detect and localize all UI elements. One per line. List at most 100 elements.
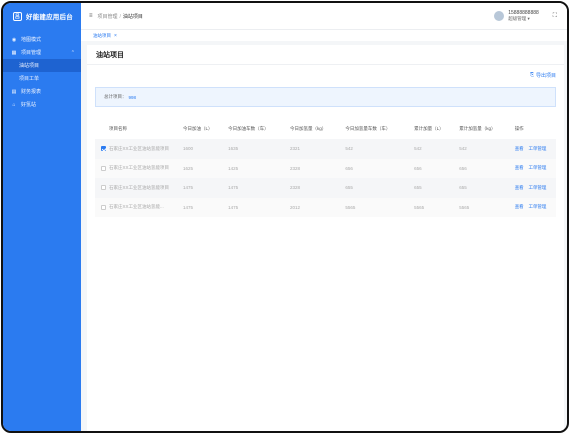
page-title: 油站项目	[87, 45, 564, 65]
order-manage-link[interactable]: 工单管理	[528, 158, 556, 178]
map-pin-icon: ◉	[11, 36, 17, 43]
sidebar-item-project-orders[interactable]: 项目工单	[3, 72, 81, 85]
table-cell: 542	[459, 139, 515, 159]
row-checkbox[interactable]	[101, 165, 106, 171]
top-header: ≡ 项目管理 / 油站项目 15888888888 超级管理 ▾ ⛶	[81, 3, 567, 29]
sidebar-item-label: 项目管理	[21, 50, 42, 56]
sidebar-item-map-mode[interactable]: ◉ 地图模式	[3, 33, 81, 46]
brand-name: 好能建应用后台	[26, 14, 73, 21]
avatar	[494, 11, 505, 21]
tab-label: 油站项目	[93, 33, 111, 38]
table-cell: 656	[345, 158, 415, 178]
tab-gas-station-projects[interactable]: 油站项目 ×	[89, 33, 121, 41]
export-button[interactable]: 导出项目	[536, 72, 556, 79]
menu-toggle-icon[interactable]: ≡	[89, 13, 93, 19]
sidebar-item-project-management[interactable]: ▦ 项目管理 ⌃	[3, 46, 81, 59]
select-column-header	[95, 119, 109, 139]
project-name-cell: 石家庄XX工业区油站氢能项目	[109, 158, 183, 178]
table-cell: 1475	[228, 178, 290, 198]
row-checkbox[interactable]	[101, 146, 106, 152]
tabs-bar: 油站项目 ×	[81, 29, 567, 41]
table-cell: 5565	[414, 197, 460, 217]
table-cell: 1625	[183, 158, 229, 178]
column-header: 今日加氢量（kg）	[289, 126, 327, 131]
column-header: 今日加油车数（车）	[228, 126, 269, 131]
table-cell: 2321	[289, 139, 346, 159]
column-header: 项目名称	[109, 126, 127, 131]
table-cell: 2328	[289, 158, 346, 178]
brand: 吕 好能建应用后台	[3, 3, 81, 29]
sidebar-item-label: 油站项目	[19, 63, 40, 69]
table-row: 石家庄XX工业区油站氢能项目 1600 1635 2321 542 542 54…	[95, 139, 556, 159]
sidebar-item-label: 地图模式	[21, 37, 42, 43]
table-cell: 2012	[289, 197, 346, 217]
breadcrumb: 项目管理 / 油站项目	[98, 13, 143, 20]
report-icon: ▤	[11, 88, 17, 95]
export-icon[interactable]: ⎘	[530, 72, 534, 78]
user-menu[interactable]: 15888888888 超级管理 ▾ ⛶	[494, 10, 561, 22]
export-row: ⎘ 导出项目	[87, 65, 564, 85]
sidebar-item-label: 项目工单	[19, 76, 40, 82]
table-cell: 655	[414, 178, 460, 198]
table-cell: 1600	[183, 139, 229, 159]
sidebar: 吕 好能建应用后台 ◉ 地图模式 ▦ 项目管理 ⌃ 油站项目 项目工单 ▤ 财务…	[3, 3, 81, 431]
station-icon: ⌂	[12, 101, 16, 108]
user-role: 超级管理 ▾	[508, 16, 530, 21]
breadcrumb-current: 油站项目	[122, 13, 143, 20]
table-cell: 542	[345, 139, 415, 159]
breadcrumb-separator: /	[119, 13, 121, 20]
table-cell: 1635	[228, 139, 290, 159]
caret-down-icon: ▾	[527, 16, 530, 21]
view-link[interactable]: 查看	[514, 139, 529, 159]
column-header: 操作	[514, 126, 524, 131]
row-checkbox[interactable]	[101, 204, 106, 210]
column-header-spacer	[528, 119, 556, 139]
summary-bar: 总计项目： 998	[95, 87, 556, 107]
sidebar-item-financial-reports[interactable]: ▤ 财务报表	[3, 85, 81, 98]
breadcrumb-item[interactable]: 项目管理	[98, 14, 118, 20]
project-name-cell: 石家庄XX工业区油站氢能项目	[109, 178, 183, 198]
brand-logo-icon: 吕	[13, 11, 22, 21]
table-cell: 5565	[459, 197, 515, 217]
column-header: 今日加氢量车数（车）	[345, 126, 391, 131]
table-cell: 5565	[345, 197, 415, 217]
view-link[interactable]: 查看	[514, 197, 529, 217]
view-link[interactable]: 查看	[514, 178, 529, 198]
table-cell: 655	[459, 178, 515, 198]
row-checkbox[interactable]	[101, 185, 106, 191]
order-manage-link[interactable]: 工单管理	[528, 178, 556, 198]
table-cell: 1475	[183, 197, 229, 217]
chevron-up-icon: ⌃	[70, 49, 75, 56]
order-manage-link[interactable]: 工单管理	[528, 139, 556, 159]
close-icon[interactable]: ×	[114, 33, 117, 39]
sidebar-menu: ◉ 地图模式 ▦ 项目管理 ⌃ 油站项目 项目工单 ▤ 财务报表 ⌂ 好氢站	[3, 33, 81, 111]
projects-table: 项目名称 今日加油（L） 今日加油车数（车） 今日加氢量（kg） 今日加氢量车数…	[95, 119, 556, 217]
grid-icon: ▦	[11, 49, 17, 56]
order-manage-link[interactable]: 工单管理	[528, 197, 556, 217]
view-link[interactable]: 查看	[514, 158, 529, 178]
app-window: 吕 好能建应用后台 ◉ 地图模式 ▦ 项目管理 ⌃ 油站项目 项目工单 ▤ 财务…	[1, 1, 569, 433]
table-cell: 2328	[289, 178, 346, 198]
table-cell: 656	[459, 158, 515, 178]
summary-label: 总计项目：	[104, 94, 127, 99]
project-name-cell: 石家庄XX工业区油站氢能项目	[109, 139, 183, 159]
table-cell: 656	[414, 158, 460, 178]
table-header-row: 项目名称 今日加油（L） 今日加油车数（车） 今日加氢量（kg） 今日加氢量车数…	[95, 119, 556, 139]
column-header: 今日加油（L）	[183, 126, 213, 131]
sidebar-item-label: 好氢站	[21, 102, 37, 108]
sidebar-item-label: 财务报表	[21, 89, 42, 95]
table-cell: 542	[414, 139, 460, 159]
table-cell: 1425	[228, 158, 290, 178]
table-cell: 655	[345, 178, 415, 198]
fullscreen-icon[interactable]: ⛶	[553, 13, 557, 20]
main-content: 油站项目 ⎘ 导出项目 总计项目： 998 项目名称 今日加油（L） 今日加油车…	[87, 45, 564, 431]
table-row: 石家庄XX工业区油站氢能项目 1475 1475 2328 655 655 65…	[95, 178, 556, 198]
sidebar-item-hydrogen-station[interactable]: ⌂ 好氢站	[3, 98, 81, 111]
column-header: 累计加氢量（kg）	[459, 126, 496, 131]
column-header: 累计加量（L）	[414, 126, 444, 131]
project-name-cell: 石家庄XX工业区油站氢能...	[109, 197, 183, 217]
table-row: 石家庄XX工业区油站氢能项目 1625 1425 2328 656 656 65…	[95, 158, 556, 178]
sidebar-item-gas-station-projects[interactable]: 油站项目	[3, 59, 81, 72]
table-row: 石家庄XX工业区油站氢能... 1475 1475 2012 5565 5565…	[95, 197, 556, 217]
summary-value: 998	[128, 94, 137, 100]
